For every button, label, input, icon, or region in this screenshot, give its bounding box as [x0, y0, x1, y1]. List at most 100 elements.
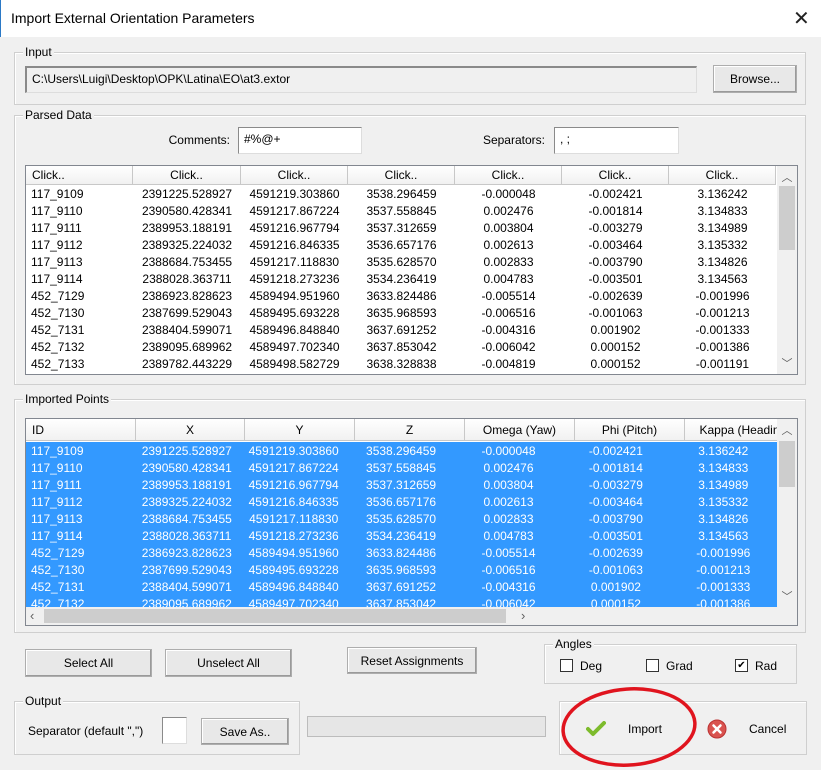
- browse-button[interactable]: Browse...: [713, 65, 797, 93]
- select-all-button[interactable]: Select All: [25, 649, 152, 677]
- table-cell: -0.003501: [588, 528, 643, 543]
- table-row[interactable]: 117_9109 2391225.528927 4591219.303860 3538…: [26, 185, 776, 202]
- table-row[interactable]: 452_7133 2389782.443229 4589498.582729 3638…: [26, 355, 776, 372]
- table-cell: 452_7131: [31, 322, 85, 337]
- rad-checkbox[interactable]: ✔: [735, 659, 748, 672]
- close-icon[interactable]: ✕: [793, 6, 810, 31]
- table-cell: 3.136242: [698, 443, 749, 458]
- table-row[interactable]: 117_9113 2388684.753455 4591217.118830 3535…: [26, 253, 776, 270]
- table-cell: 0.003804: [483, 220, 534, 235]
- table-cell: 4591218.273236: [249, 271, 340, 286]
- table-cell: 3635.968593: [366, 562, 437, 577]
- grad-checkbox[interactable]: [646, 659, 659, 672]
- table-cell: -0.003790: [588, 511, 643, 526]
- scrollbar-thumb[interactable]: [44, 609, 506, 623]
- table-row[interactable]: 117_9112 2389325.224032 4591216.846335 3536…: [26, 236, 776, 253]
- input-path-field[interactable]: C:\Users\Luigi\Desktop\OPK\Latina\EO\at3…: [25, 66, 697, 93]
- table-cell: 3538.296459: [366, 443, 437, 458]
- table-cell: 117_9113: [31, 254, 83, 269]
- table-cell: -0.001333: [695, 322, 750, 337]
- table-cell: 117_9111: [31, 477, 82, 492]
- scroll-left-icon[interactable]: ‹: [30, 608, 34, 623]
- table-cell: 3.135332: [698, 494, 749, 509]
- parsed-column-header[interactable]: Click..: [562, 166, 669, 185]
- imported-vertical-scrollbar[interactable]: ︿ ﹀: [777, 419, 797, 607]
- scrollbar-thumb[interactable]: [779, 441, 795, 487]
- imported-column-header[interactable]: Phi (Pitch): [575, 419, 685, 441]
- scrollbar-thumb[interactable]: [779, 186, 795, 250]
- imported-column-header[interactable]: Y: [245, 419, 355, 441]
- parsed-column-header[interactable]: Click..: [133, 166, 241, 185]
- table-row[interactable]: 117_9110 2390580.428341 4591217.867224 3537…: [26, 202, 776, 219]
- parsed-column-header[interactable]: Click..: [455, 166, 562, 185]
- table-row[interactable]: 452_7131 2388404.599071 4589496.848840 3637…: [26, 578, 777, 595]
- table-cell: 452_7133: [31, 356, 85, 371]
- parsed-vertical-scrollbar[interactable]: ︿ ﹀: [777, 166, 797, 374]
- imported-points-table[interactable]: ID X Y Z Omega (Yaw) Phi (Pitch) Kappa (Headin…: [25, 418, 798, 626]
- table-cell: 117_9110: [31, 460, 83, 475]
- deg-checkbox[interactable]: [560, 659, 573, 672]
- table-cell: 2388684.753455: [141, 511, 232, 526]
- table-cell: -0.003279: [588, 220, 643, 235]
- table-cell: 0.002476: [483, 203, 534, 218]
- unselect-all-button[interactable]: Unselect All: [165, 649, 292, 677]
- input-legend: Input: [23, 45, 54, 59]
- parsed-data-table[interactable]: Click.. Click.. Click.. Click.. Click.. Click…: [25, 165, 798, 375]
- imported-column-header[interactable]: ID: [26, 419, 136, 441]
- table-cell: 3537.312659: [366, 220, 437, 235]
- table-row[interactable]: 117_9109 2391225.528927 4591219.303860 3538…: [26, 442, 777, 459]
- output-legend: Output: [23, 694, 64, 708]
- parsed-column-header[interactable]: Click..: [348, 166, 455, 185]
- table-row[interactable]: 117_9113 2388684.753455 4591217.118830 3535…: [26, 510, 777, 527]
- imported-column-header[interactable]: X: [136, 419, 245, 441]
- table-row[interactable]: 117_9112 2389325.224032 4591216.846335 3536…: [26, 493, 777, 510]
- separators-input[interactable]: , ;: [554, 127, 679, 154]
- table-cell: -0.001333: [696, 579, 751, 594]
- table-cell: 452_7129: [31, 288, 85, 303]
- table-cell: 3.134826: [697, 254, 748, 269]
- table-cell: 0.002833: [483, 511, 534, 526]
- table-cell: 452_7129: [31, 545, 85, 560]
- table-row[interactable]: 452_7131 2388404.599071 4589496.848840 3637…: [26, 321, 776, 338]
- table-row[interactable]: 452_7130 2387699.529043 4589495.693228 3635…: [26, 304, 776, 321]
- table-cell: 4591217.118830: [249, 254, 340, 269]
- scroll-up-icon[interactable]: ︿: [777, 169, 797, 185]
- table-cell: 3537.312659: [366, 477, 437, 492]
- table-row[interactable]: 452_7129 2386923.828623 4589494.951960 3633…: [26, 544, 777, 561]
- output-separator-input[interactable]: [162, 717, 187, 744]
- scroll-up-icon[interactable]: ︿: [777, 422, 797, 438]
- table-cell: 117_9109: [31, 186, 84, 201]
- table-row[interactable]: 117_9111 2389953.188191 4591216.967794 3537…: [26, 219, 776, 236]
- scroll-down-icon[interactable]: ﹀: [777, 355, 797, 371]
- cancel-button[interactable]: Cancel: [705, 715, 800, 743]
- table-cell: 3.135332: [697, 237, 748, 252]
- table-cell: 3637.691252: [366, 322, 437, 337]
- scroll-down-icon[interactable]: ﹀: [777, 588, 797, 604]
- table-cell: 3.134833: [698, 460, 749, 475]
- table-row[interactable]: 117_9114 2388028.363711 4591218.273236 3534…: [26, 527, 777, 544]
- imported-column-header[interactable]: Z: [355, 419, 465, 441]
- reset-assignments-button[interactable]: Reset Assignments: [347, 647, 477, 674]
- imported-horizontal-scrollbar[interactable]: ‹ ›: [26, 607, 797, 625]
- table-cell: 2390580.428341: [141, 203, 233, 218]
- table-cell: 117_9113: [31, 511, 83, 526]
- table-cell: -0.002639: [588, 545, 643, 560]
- table-row[interactable]: 452_7132 2389095.689962 4589497.702340 3637…: [26, 338, 776, 355]
- import-button[interactable]: Import: [580, 715, 690, 743]
- table-cell: 4589495.693228: [249, 305, 340, 320]
- table-row[interactable]: 452_7129 2386923.828623 4589494.951960 3633…: [26, 287, 776, 304]
- parsed-column-header[interactable]: Click..: [241, 166, 348, 185]
- table-row[interactable]: 452_7130 2387699.529043 4589495.693228 3635…: [26, 561, 777, 578]
- comments-input[interactable]: #%@+: [238, 127, 362, 154]
- table-cell: 3535.628570: [366, 254, 437, 269]
- table-row[interactable]: 117_9111 2389953.188191 4591216.967794 3537…: [26, 476, 777, 493]
- imported-column-header[interactable]: Omega (Yaw): [465, 419, 575, 441]
- scroll-right-icon[interactable]: ›: [521, 608, 525, 623]
- table-row[interactable]: 117_9114 2388028.363711 4591218.273236 3534…: [26, 270, 776, 287]
- table-cell: 3.134989: [697, 220, 748, 235]
- parsed-column-header[interactable]: Click..: [26, 166, 133, 185]
- save-as-button[interactable]: Save As..: [201, 718, 289, 745]
- table-cell: 0.002476: [483, 460, 534, 475]
- table-row[interactable]: 117_9110 2390580.428341 4591217.867224 3537…: [26, 459, 777, 476]
- parsed-column-header[interactable]: Click..: [669, 166, 776, 185]
